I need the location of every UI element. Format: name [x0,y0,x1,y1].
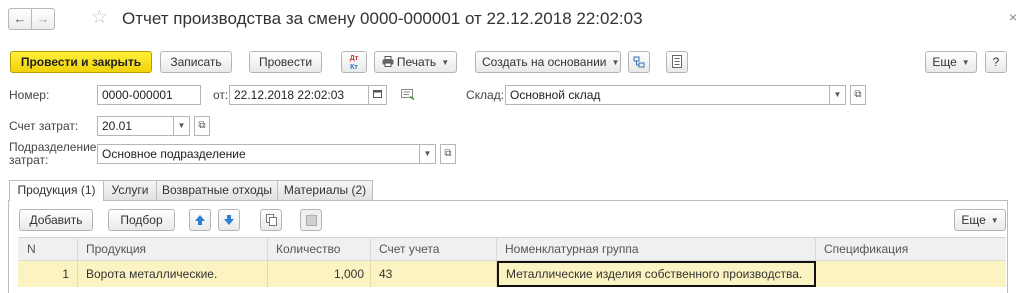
table-more-button[interactable]: Еще ▼ [954,209,1006,231]
cost-account-field[interactable]: 20.01 [97,116,174,136]
post-and-close-button[interactable]: Провести и закрыть [10,51,152,73]
calendar-button[interactable] [369,85,387,105]
dt-kt-button[interactable]: Дт Кт [341,51,367,73]
tab-services[interactable]: Услуги [103,180,157,200]
favorite-star-icon[interactable]: ☆ [91,7,108,29]
paste-button[interactable] [300,209,322,231]
more-label: Еще [932,55,957,69]
close-icon[interactable]: × [1009,9,1017,25]
arrow-right-icon: → [36,11,50,26]
comment-icon[interactable] [401,89,415,103]
number-field[interactable]: 0000-000001 [97,85,201,105]
add-row-button[interactable]: Добавить [19,209,93,231]
forward-button[interactable]: → [31,8,55,30]
tab-products[interactable]: Продукция (1) [9,180,104,201]
print-label: Печать [396,55,437,69]
table-row-nomenclature-group[interactable]: Металлические изделия собственного произ… [497,261,816,287]
column-header-account[interactable]: Счет учета [371,237,497,261]
list-button[interactable] [666,51,688,73]
arrow-up-icon [195,215,205,225]
arrow-down-icon [224,215,234,225]
warehouse-open-icon[interactable]: ⧉ [850,85,866,105]
create-based-on-button[interactable]: Создать на основании ▼ [475,51,621,73]
help-button[interactable]: ? [985,51,1007,73]
list-document-icon [672,55,682,68]
table-row-n[interactable]: 1 [18,261,78,287]
date-field[interactable]: 22.12.2018 22:02:03 [229,85,369,105]
copy-icon [265,214,277,226]
tab-materials[interactable]: Материалы (2) [277,180,373,200]
column-header-specification[interactable]: Спецификация [816,237,1006,261]
table-row-specification[interactable] [816,261,1006,287]
number-label: Номер: [9,88,50,102]
division-dropdown-icon[interactable]: ▼ [420,144,436,164]
division-field[interactable]: Основное подразделение [97,144,420,164]
structure-button[interactable] [628,51,650,73]
cost-account-label: Счет затрат: [9,119,79,133]
division-label: Подразделение затрат: [9,140,97,167]
dropdown-caret-icon: ▼ [961,58,970,67]
table-row-quantity[interactable]: 1,000 [268,261,371,287]
column-header-n[interactable]: N [18,237,78,261]
dropdown-caret-icon: ▼ [441,58,450,67]
move-down-button[interactable] [218,209,240,231]
cost-account-open-icon[interactable]: ⧉ [194,116,210,136]
dropdown-caret-icon: ▼ [990,216,999,225]
calendar-icon [373,90,382,98]
create-based-on-label: Создать на основании [482,55,607,69]
table-more-label: Еще [961,213,986,227]
warehouse-label: Склад: [466,88,505,102]
copy-button[interactable] [260,209,282,231]
back-button[interactable]: ← [8,8,32,30]
arrow-left-icon: ← [13,11,27,26]
dt-kt-icon: Дт Кт [349,55,359,71]
column-header-nomenclature-group[interactable]: Номенклатурная группа [497,237,816,261]
warehouse-dropdown-icon[interactable]: ▼ [830,85,846,105]
column-header-quantity[interactable]: Количество [268,237,371,261]
post-button[interactable]: Провести [249,51,322,73]
move-up-button[interactable] [189,209,211,231]
column-header-product[interactable]: Продукция [78,237,268,261]
table-row-account[interactable]: 43 [371,261,497,287]
document-structure-icon [633,56,645,68]
more-button[interactable]: Еще ▼ [925,51,977,73]
page-title: Отчет производства за смену 0000-000001 … [122,9,643,28]
division-open-icon[interactable]: ⧉ [440,144,456,164]
pick-button[interactable]: Подбор [108,209,175,231]
dropdown-caret-icon: ▼ [611,58,620,67]
cost-account-dropdown-icon[interactable]: ▼ [174,116,190,136]
tab-returnable-waste[interactable]: Возвратные отходы [156,180,278,200]
warehouse-field[interactable]: Основной склад [505,85,830,105]
date-label: от: [213,88,229,102]
save-button[interactable]: Записать [160,51,232,73]
paste-icon [305,214,317,226]
print-button[interactable]: Печать ▼ [374,51,457,73]
printer-icon [382,56,394,67]
table-row-product[interactable]: Ворота металлические. [78,261,268,287]
